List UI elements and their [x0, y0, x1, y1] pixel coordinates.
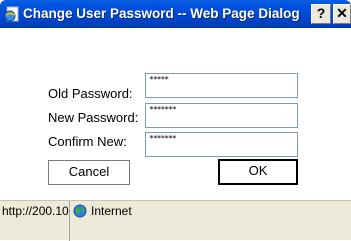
internet-globe-icon — [73, 204, 87, 218]
confirm-new-label: Confirm New: — [48, 134, 127, 149]
title-bar[interactable]: Change User Password -- Web Page Dialog … — [0, 0, 351, 28]
zone-label: Internet — [91, 204, 132, 218]
old-password-label: Old Password: — [48, 86, 133, 101]
status-url: http://200.10. — [0, 201, 70, 241]
confirm-new-input[interactable]: ******* — [145, 132, 298, 157]
ie-page-icon — [4, 6, 19, 22]
help-button[interactable]: ? — [311, 4, 331, 24]
dialog-content: Old Password: ***** New Password: ******… — [0, 28, 351, 192]
status-bar: http://200.10. Internet — [0, 200, 351, 241]
security-zone: Internet — [72, 201, 351, 241]
window-title: Change User Password -- Web Page Dialog — [23, 6, 300, 21]
cancel-button[interactable]: Cancel — [48, 160, 130, 185]
dialog-window: Change User Password -- Web Page Dialog … — [0, 0, 351, 241]
close-button[interactable]: ✕ — [333, 4, 351, 24]
ok-button[interactable]: OK — [218, 159, 298, 185]
new-password-input[interactable]: ******* — [145, 103, 298, 128]
old-password-input[interactable]: ***** — [145, 73, 298, 98]
new-password-label: New Password: — [48, 110, 139, 125]
